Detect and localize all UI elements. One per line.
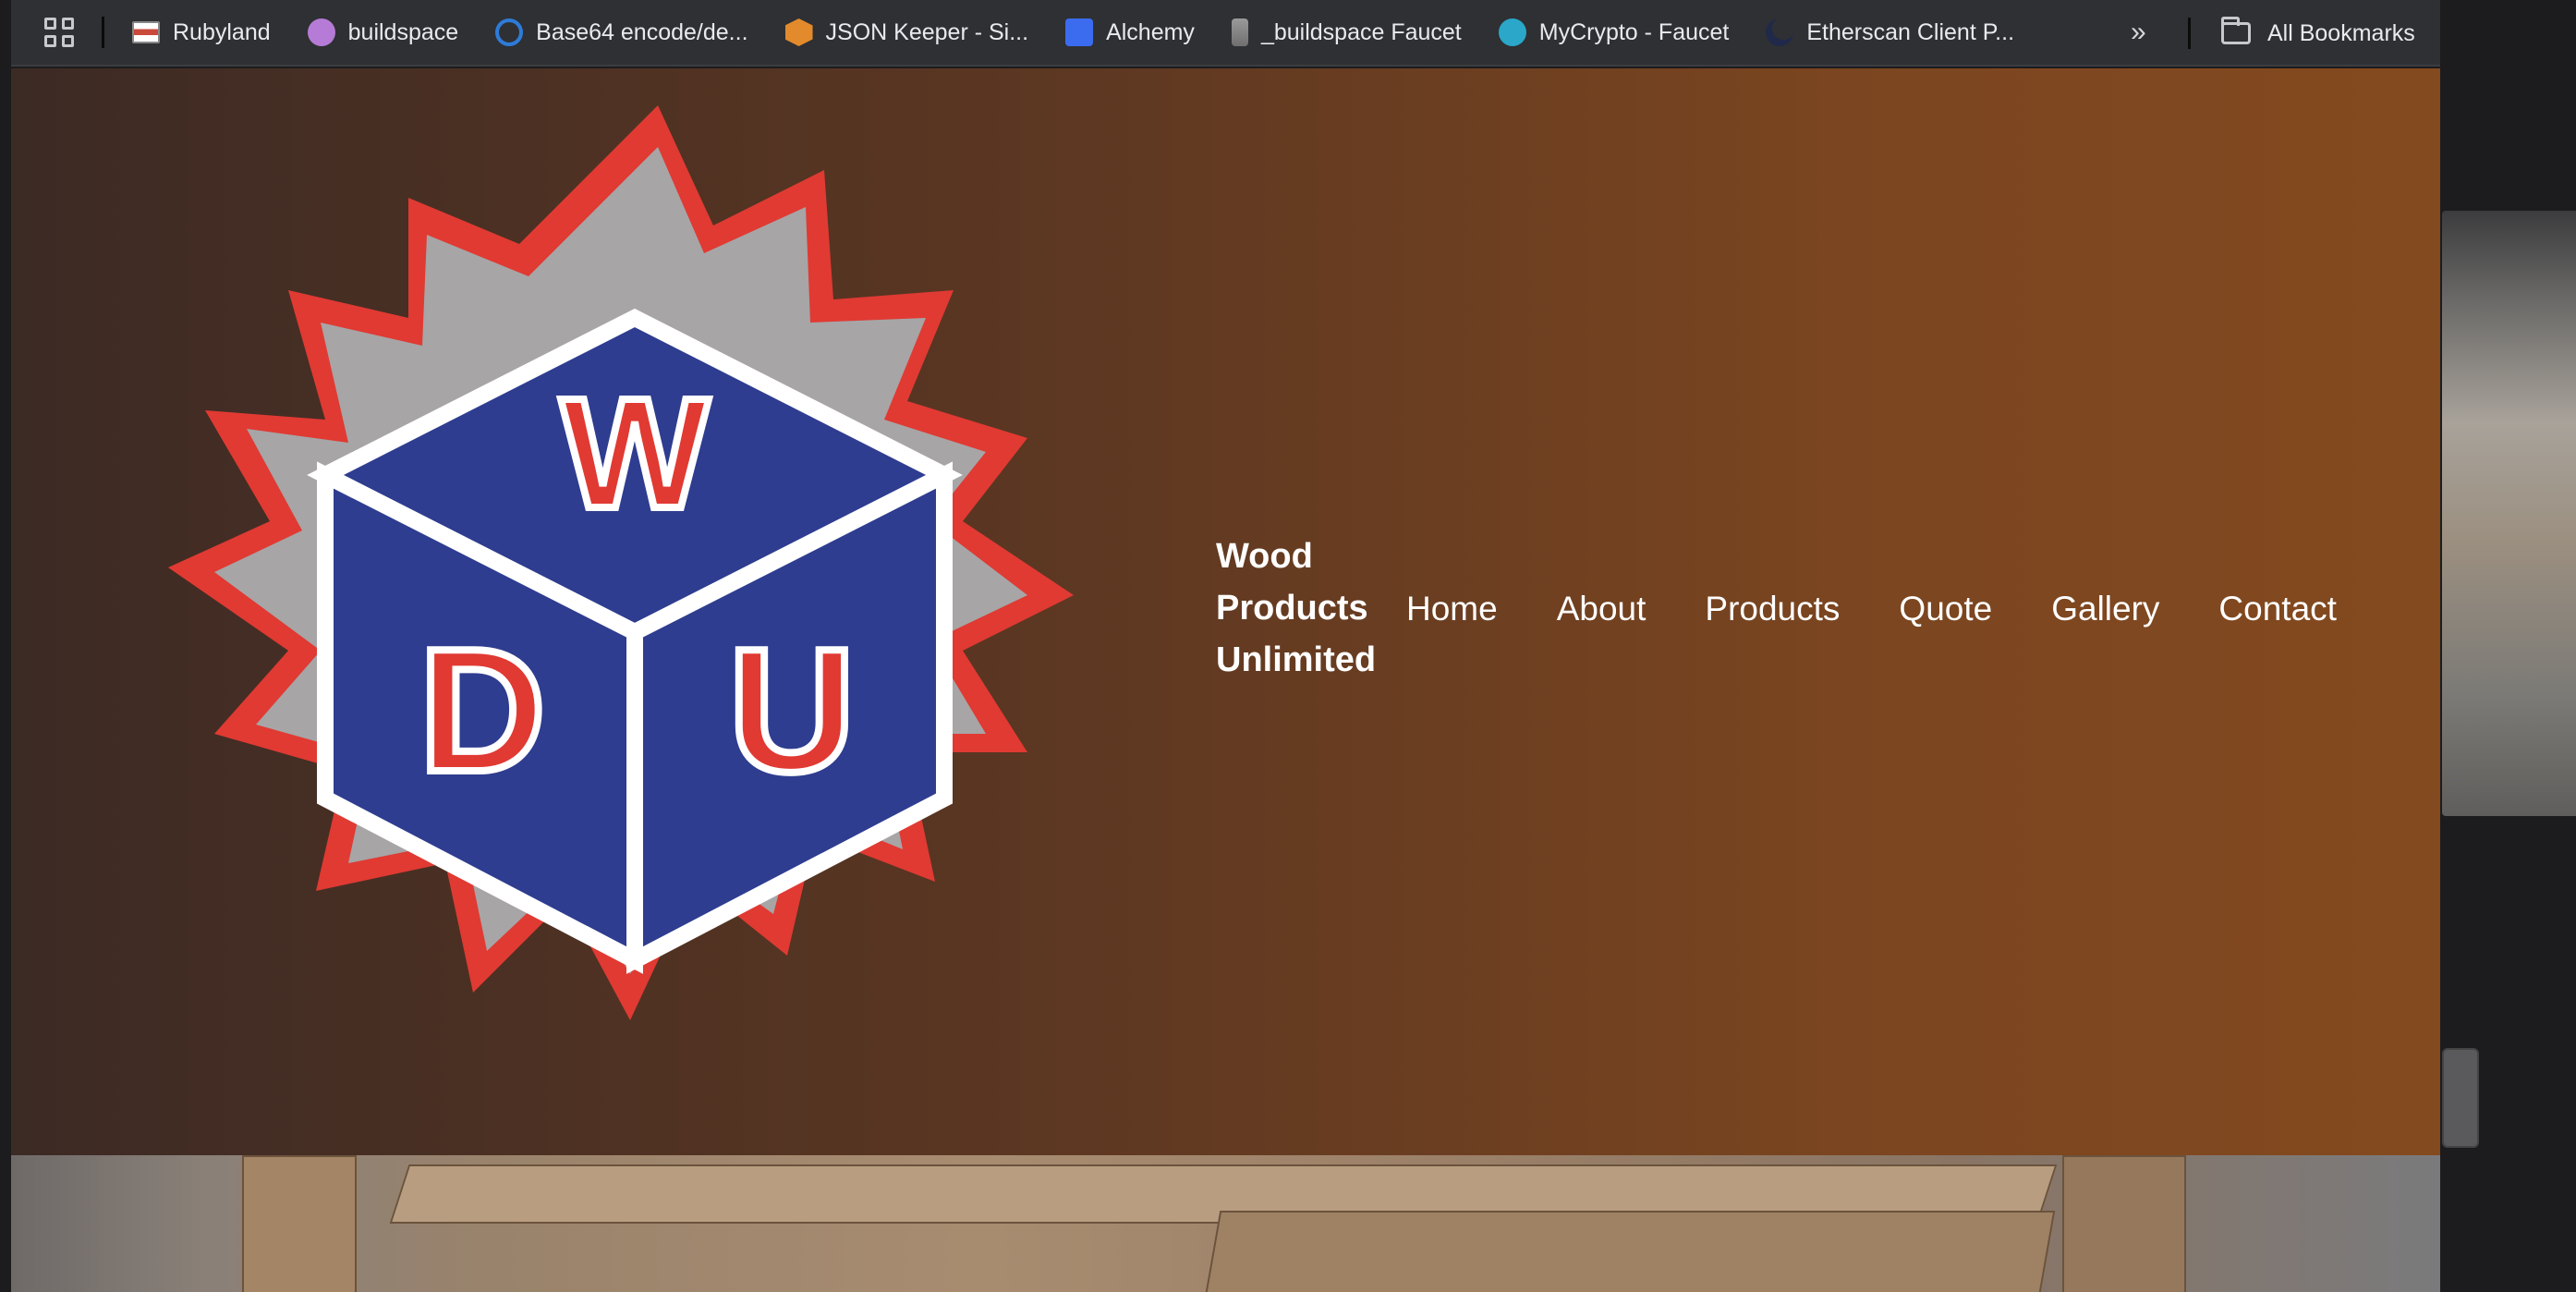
logo-letter-u: U xyxy=(728,613,855,809)
more-bookmarks-chevron-icon[interactable]: » xyxy=(2131,17,2146,48)
alchemy-icon xyxy=(1065,18,1094,46)
box-icon xyxy=(784,18,813,46)
unicorn-icon xyxy=(307,18,335,46)
bookmark-json-keeper[interactable]: JSON Keeper - Si... xyxy=(784,18,1029,46)
web-page: W D U Wood Products Unlimited Home About… xyxy=(11,68,2440,1292)
nav-quote[interactable]: Quote xyxy=(1899,590,1992,628)
bookmark-label: Rubyland xyxy=(173,18,271,45)
moon-icon xyxy=(1766,18,1794,46)
bookmarks-separator xyxy=(2188,18,2191,49)
bookmarks-separator xyxy=(102,17,104,48)
bookmark-alchemy[interactable]: Alchemy xyxy=(1065,18,1195,46)
gear-icon xyxy=(495,18,524,46)
all-bookmarks-label: All Bookmarks xyxy=(2267,19,2415,46)
company-logo[interactable]: W D U xyxy=(103,87,1212,1150)
crate-plank xyxy=(2062,1155,2186,1292)
bookmark-mycrypto-faucet[interactable]: MyCrypto - Faucet xyxy=(1498,18,1730,46)
logo-letter-w: W xyxy=(561,366,710,542)
bookmarks-bar: Rubyland buildspace Base64 encode/de... … xyxy=(11,0,2440,67)
nav-about[interactable]: About xyxy=(1557,590,1646,628)
bookmark-label: buildspace xyxy=(347,18,459,45)
bookmark-label: JSON Keeper - Si... xyxy=(825,18,1029,45)
nav-products[interactable]: Products xyxy=(1705,590,1840,628)
bookmark-label: Alchemy xyxy=(1106,18,1195,45)
crate-plank xyxy=(1204,1211,2056,1292)
bookmark-rubyland[interactable]: Rubyland xyxy=(132,19,271,46)
folder-icon xyxy=(2221,17,2251,44)
bookmark-label: _buildspace Faucet xyxy=(1260,18,1462,45)
logo-letter-d: D xyxy=(419,613,545,809)
nav-contact[interactable]: Contact xyxy=(2218,590,2337,628)
background-window-warehouse-photo xyxy=(2442,211,2576,816)
bookmark-buildspace[interactable]: buildspace xyxy=(307,18,459,46)
main-navigation: Home About Products Quote Gallery Contac… xyxy=(1406,590,2396,628)
nav-home[interactable]: Home xyxy=(1406,590,1498,628)
mycrypto-icon xyxy=(1498,18,1526,46)
bookmark-label: Base64 encode/de... xyxy=(536,18,748,45)
bookmark-etherscan[interactable]: Etherscan Client P... xyxy=(1766,18,2014,46)
brand-line: Products xyxy=(1216,589,1368,628)
brand-line: Wood xyxy=(1216,537,1313,576)
hero-header: W D U Wood Products Unlimited Home About… xyxy=(11,68,2440,1155)
wooden-crate-image xyxy=(11,1155,2440,1292)
flag-icon xyxy=(132,21,160,43)
bookmark-label: Etherscan Client P... xyxy=(1806,18,2015,45)
background-window-thumbnail xyxy=(2442,1048,2479,1148)
bookmark-label: MyCrypto - Faucet xyxy=(1538,18,1730,45)
all-bookmarks-button[interactable]: All Bookmarks xyxy=(2221,0,2415,67)
bookmark-base64[interactable]: Base64 encode/de... xyxy=(495,18,748,46)
brand-line: Unlimited xyxy=(1216,640,1377,679)
nav-gallery[interactable]: Gallery xyxy=(2051,590,2159,628)
crate-plank xyxy=(242,1155,357,1292)
faucet-icon xyxy=(1231,18,1248,46)
bookmark-buildspace-faucet[interactable]: _buildspace Faucet xyxy=(1231,18,1462,46)
site-brand-name[interactable]: Wood Products Unlimited xyxy=(1216,530,1419,686)
apps-grid-icon[interactable] xyxy=(44,18,74,47)
